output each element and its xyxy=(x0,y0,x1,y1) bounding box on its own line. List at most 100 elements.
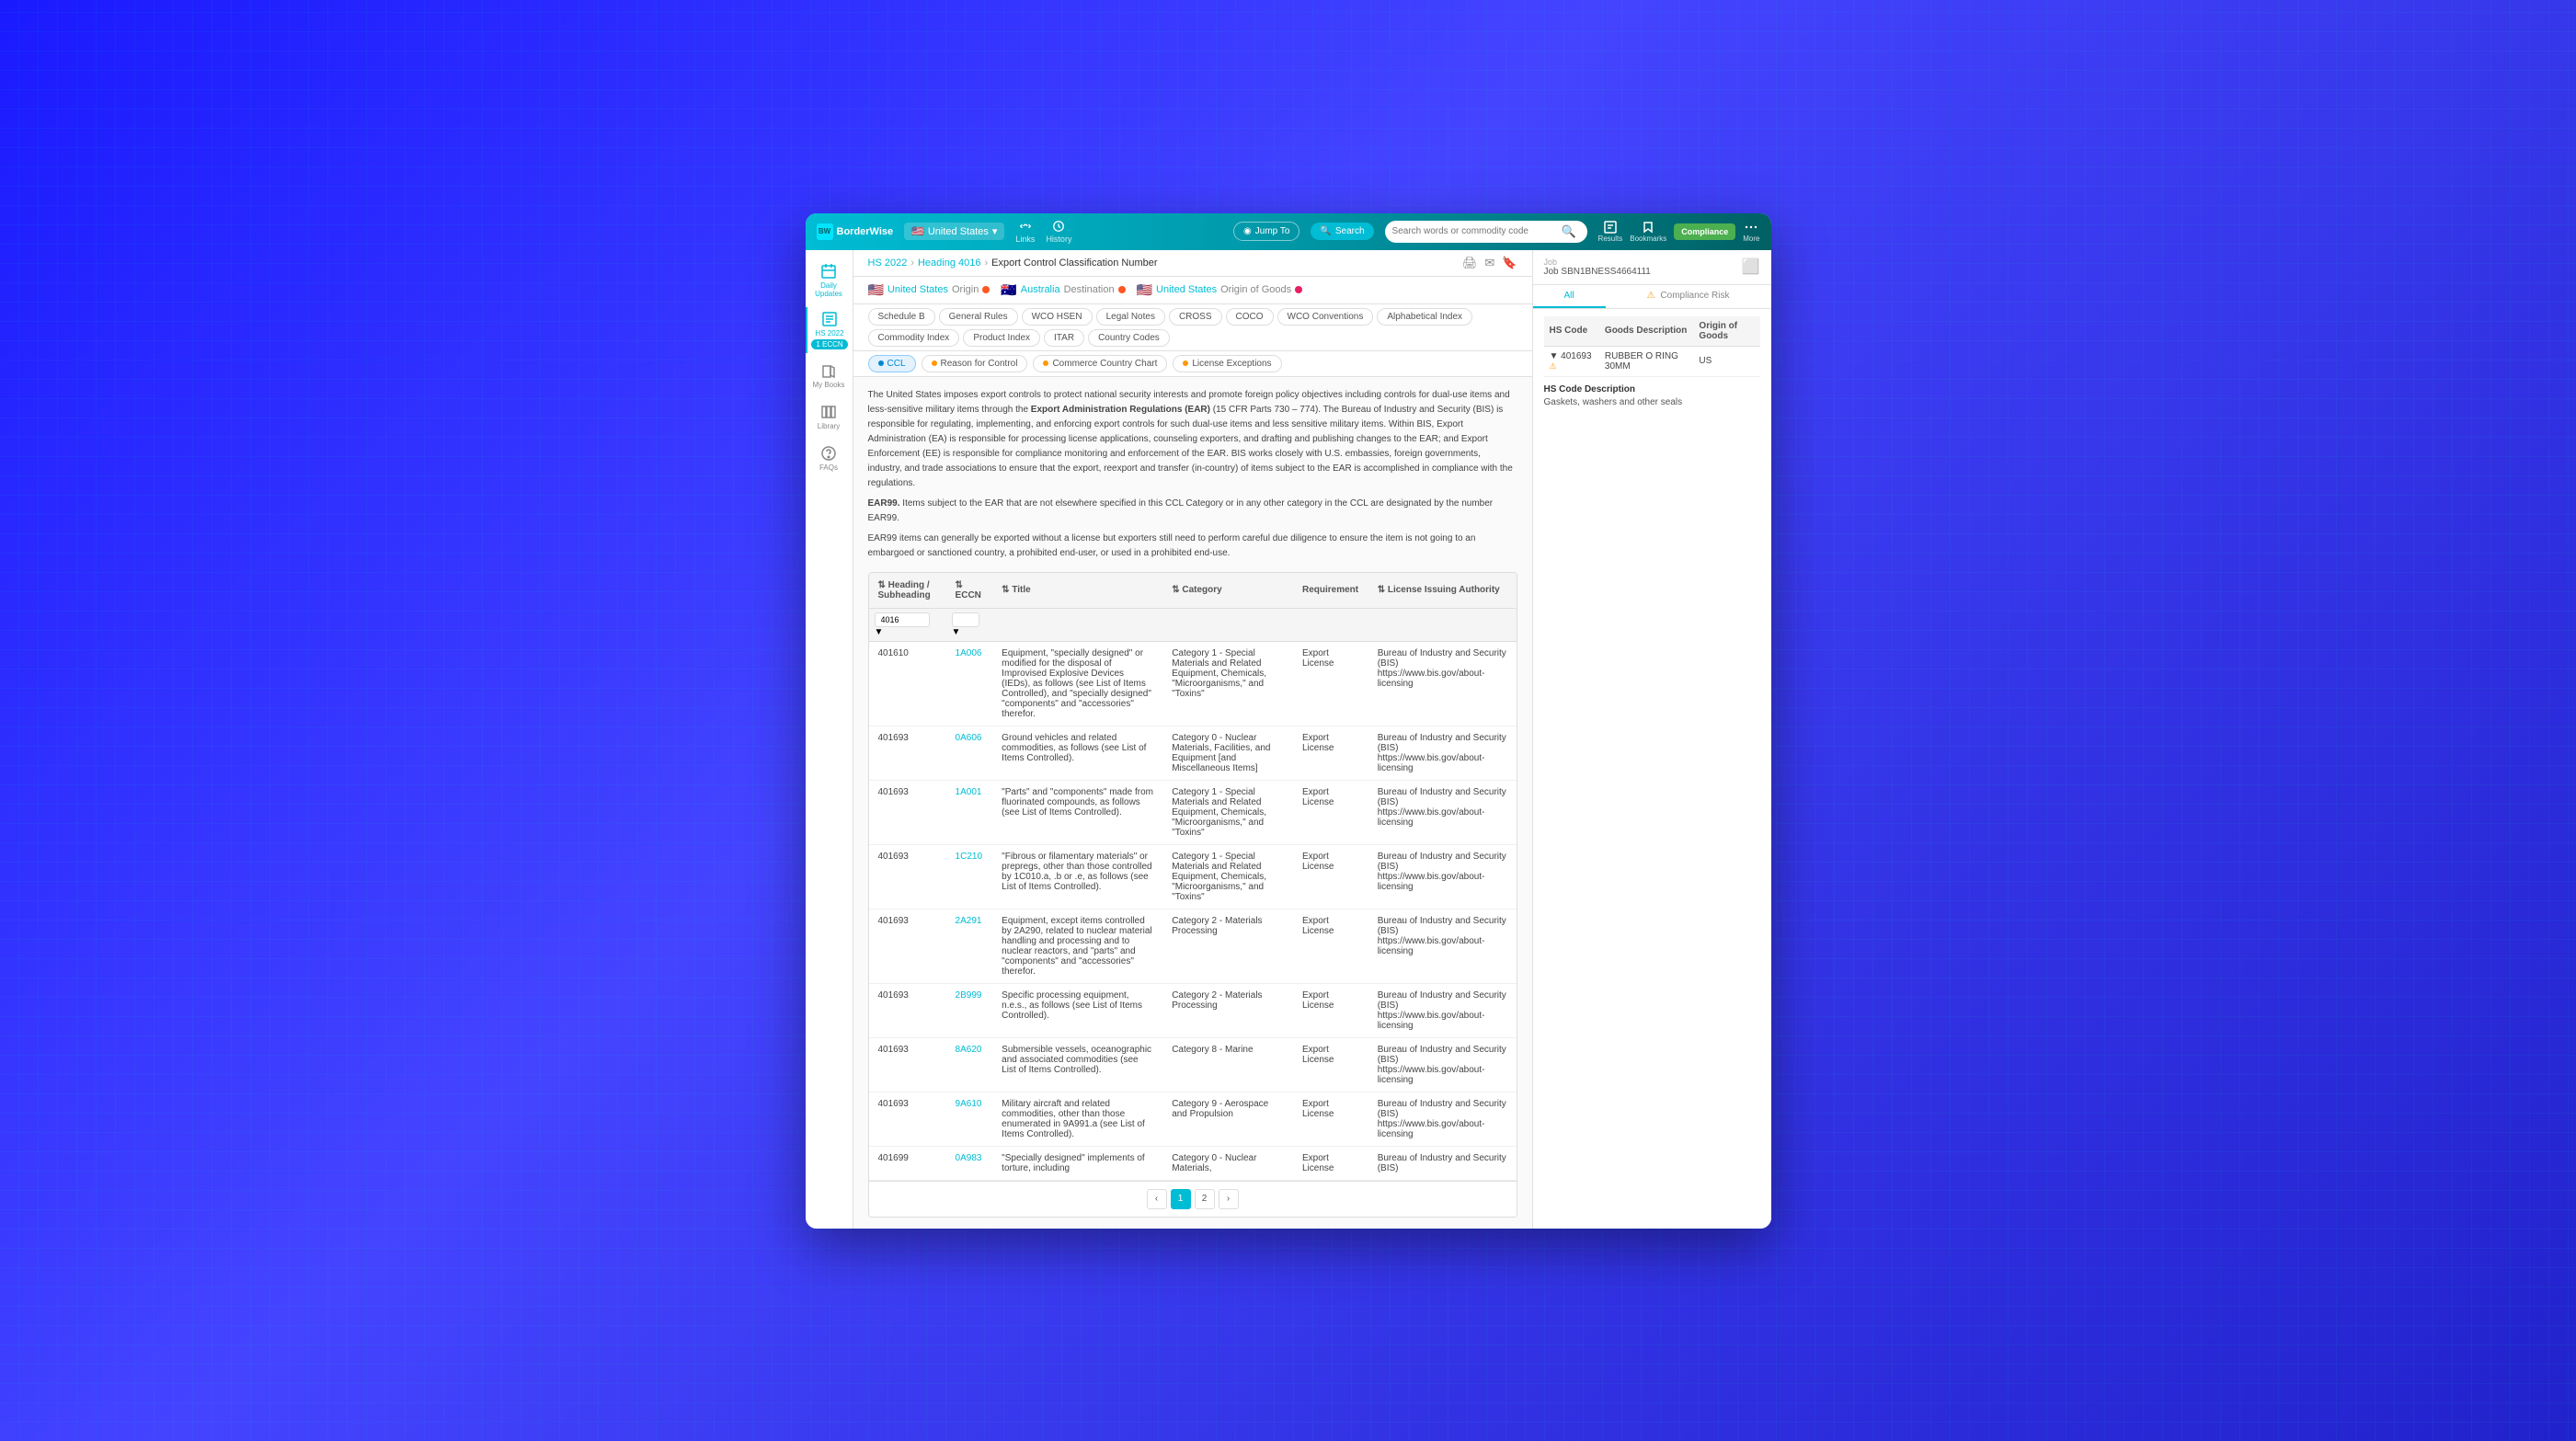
cell-category: Category 1 - Special Materials and Relat… xyxy=(1162,844,1293,909)
tab-coco[interactable]: COCO xyxy=(1226,308,1274,326)
cell-eccn[interactable]: 1A006 xyxy=(946,641,993,726)
cell-eccn[interactable]: 2A291 xyxy=(946,909,993,983)
history-label: History xyxy=(1046,234,1071,244)
cell-title: "Specially designed" implements of tortu… xyxy=(992,1146,1162,1180)
origin-goods-value: US xyxy=(1693,346,1759,376)
cell-heading: 401693 xyxy=(869,909,946,983)
cell-authority: Bureau of Industry and Security (BIS) ht… xyxy=(1368,983,1517,1037)
tab-cross[interactable]: CROSS xyxy=(1169,308,1222,326)
col-authority: ⇅ License Issuing Authority xyxy=(1368,573,1517,609)
table-row: 401693 2B999 Specific processing equipme… xyxy=(869,983,1517,1037)
content-body: The United States imposes export control… xyxy=(853,377,1532,1229)
tab-country-codes[interactable]: Country Codes xyxy=(1088,329,1170,347)
results-button[interactable]: Results xyxy=(1598,221,1623,243)
tab-legal-notes[interactable]: Legal Notes xyxy=(1096,308,1165,326)
radio-icon: ◉ xyxy=(1243,226,1252,236)
compliance-button[interactable]: Compliance xyxy=(1674,223,1735,240)
col-title[interactable]: ⇅ Title xyxy=(992,573,1162,609)
filter-heading-icon[interactable]: ▼ xyxy=(875,627,884,637)
bookmarks-button[interactable]: Bookmarks xyxy=(1630,221,1666,243)
rp-tab-all[interactable]: All xyxy=(1533,285,1606,308)
cell-eccn[interactable]: 9A610 xyxy=(946,1092,993,1146)
col-heading[interactable]: ⇅ Heading / Subheading xyxy=(869,573,946,609)
selected-country: United States xyxy=(928,226,989,237)
subtab-ccl[interactable]: CCL xyxy=(868,355,916,372)
brand-logo[interactable]: BW BorderWise xyxy=(817,223,894,240)
more-button[interactable]: More xyxy=(1743,221,1759,243)
page-1-button[interactable]: 1 xyxy=(1171,1189,1191,1209)
history-button[interactable]: History xyxy=(1046,220,1071,244)
breadcrumb-hs[interactable]: HS 2022 xyxy=(868,257,908,269)
sidebar-hs2022-label: HS 2022 xyxy=(815,329,843,337)
table-row: 401693 2A291 Equipment, except items con… xyxy=(869,909,1517,983)
country-selector[interactable]: 🇺🇸 United States ▾ xyxy=(904,223,1004,240)
cell-heading: 401693 xyxy=(869,844,946,909)
cell-title: Equipment, except items controlled by 2A… xyxy=(992,909,1162,983)
destination-au[interactable]: 🇦🇺 Australia Destination xyxy=(1001,282,1125,298)
prev-page-button[interactable]: ‹ xyxy=(1147,1189,1167,1209)
page-2-button[interactable]: 2 xyxy=(1195,1189,1215,1209)
cell-category: Category 2 - Materials Processing xyxy=(1162,983,1293,1037)
cell-heading: 401693 xyxy=(869,1092,946,1146)
content-area: HS 2022 › Heading 4016 › Export Control … xyxy=(853,250,1532,1229)
right-panel: Job Job SBN1BNESS4664111 ⬜ All ⚠ Complia… xyxy=(1532,250,1771,1229)
dot-ccc xyxy=(1043,360,1048,366)
sidebar-item-faqs[interactable]: FAQs xyxy=(806,440,853,477)
search-input[interactable] xyxy=(1392,226,1558,236)
cell-eccn[interactable]: 0A606 xyxy=(946,726,993,780)
compliance-risk-icon: ⚠ xyxy=(1647,291,1655,301)
email-icon[interactable]: ✉ xyxy=(1484,256,1494,270)
filter-eccn-icon[interactable]: ▼ xyxy=(952,627,961,637)
cell-requirement: Export License xyxy=(1293,1092,1368,1146)
tab-general-rules[interactable]: General Rules xyxy=(939,308,1018,326)
tab-alphabetical-index[interactable]: Alphabetical Index xyxy=(1377,308,1472,326)
search-button-top[interactable]: 🔍 Search xyxy=(1311,223,1373,240)
cell-requirement: Export License xyxy=(1293,909,1368,983)
tab-commodity-index[interactable]: Commodity Index xyxy=(868,329,960,347)
sidebar-item-hs2022[interactable]: HS 2022 1 ECCN xyxy=(806,307,851,353)
jump-to-button[interactable]: ◉ Jump To xyxy=(1233,222,1299,241)
panel-expand-icon[interactable]: ⬜ xyxy=(1742,257,1760,276)
filter-eccn-input[interactable] xyxy=(952,612,979,627)
cell-eccn[interactable]: 8A620 xyxy=(946,1037,993,1092)
tab-wco-hsen[interactable]: WCO HSEN xyxy=(1022,308,1093,326)
top-nav: BW BorderWise 🇺🇸 United States ▾ Links H… xyxy=(806,213,1771,250)
col-eccn[interactable]: ⇅ ECCN xyxy=(946,573,993,609)
subtab-license-exceptions[interactable]: License Exceptions xyxy=(1173,355,1281,372)
breadcrumb-heading[interactable]: Heading 4016 xyxy=(918,257,981,269)
cell-eccn[interactable]: 1C210 xyxy=(946,844,993,909)
links-button[interactable]: Links xyxy=(1015,220,1035,244)
cell-eccn[interactable]: 1A001 xyxy=(946,780,993,844)
sidebar-item-library[interactable]: Library xyxy=(806,398,853,436)
next-page-button[interactable]: › xyxy=(1219,1189,1239,1209)
search-submit-icon[interactable]: 🔍 xyxy=(1562,224,1576,239)
hs-desc-block: HS Code Description Gaskets, washers and… xyxy=(1544,384,1760,407)
origin-goods-us[interactable]: 🇺🇸 United States Origin of Goods xyxy=(1137,282,1303,298)
origin-us[interactable]: 🇺🇸 United States Origin xyxy=(868,282,990,298)
hs-code-value[interactable]: ▼ 401693 ⚠ xyxy=(1544,346,1599,376)
hs-warning-icon: ⚠ xyxy=(1550,361,1557,371)
print-icon[interactable]: 🖨 xyxy=(1462,256,1478,270)
sidebar-item-mybooks[interactable]: My Books xyxy=(806,357,853,395)
filter-heading-input[interactable] xyxy=(875,612,930,627)
search-bar[interactable]: 🔍 xyxy=(1385,221,1587,243)
cell-title: Specific processing equipment, n.e.s., a… xyxy=(992,983,1162,1037)
cell-eccn[interactable]: 2B999 xyxy=(946,983,993,1037)
tab-wco-conventions[interactable]: WCO Conventions xyxy=(1277,308,1374,326)
tab-schedule-b[interactable]: Schedule B xyxy=(868,308,935,326)
tab-itar[interactable]: ITAR xyxy=(1044,329,1084,347)
subtab-reason-for-control[interactable]: Reason for Control xyxy=(922,355,1028,372)
sidebar-item-daily-updates[interactable]: Daily Updates xyxy=(806,257,853,303)
dot-ccl xyxy=(878,360,884,366)
cell-eccn[interactable]: 0A983 xyxy=(946,1146,993,1180)
subtab-commerce-country-chart[interactable]: Commerce Country Chart xyxy=(1033,355,1167,372)
bookmark-icon[interactable]: 🔖 xyxy=(1502,256,1517,270)
pagination: ‹ 1 2 › xyxy=(869,1181,1517,1217)
tab-product-index[interactable]: Product Index xyxy=(963,329,1040,347)
chevron-down-icon: ▾ xyxy=(992,225,998,237)
left-sidebar: Daily Updates HS 2022 1 ECCN My Books Li… xyxy=(806,250,853,1229)
col-category[interactable]: ⇅ Category xyxy=(1162,573,1293,609)
rp-tab-compliance[interactable]: ⚠ Compliance Risk xyxy=(1606,285,1771,308)
warning-dot-us xyxy=(982,286,990,293)
content-description: The United States imposes export control… xyxy=(868,388,1517,561)
